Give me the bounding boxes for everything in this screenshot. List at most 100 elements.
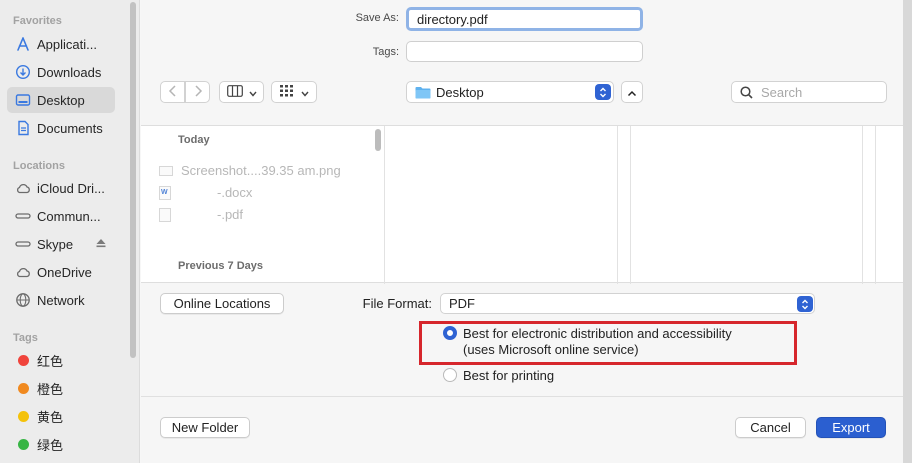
file-name: Screenshot....39.35 am.png (181, 163, 341, 178)
chevron-down-icon (300, 85, 309, 100)
file-format-value: PDF (449, 296, 475, 311)
option-printing-label: Best for printing (463, 368, 555, 383)
sidebar-item-onedrive[interactable]: OneDrive (7, 259, 115, 285)
image-file-icon (159, 165, 173, 176)
sidebar-tag-yellow[interactable]: 黄色 (7, 403, 115, 429)
sidebar-item-label: Downloads (37, 64, 102, 80)
save-as-label: Save As: (355, 12, 399, 24)
export-button[interactable]: Export (816, 417, 886, 438)
desktop-icon (15, 92, 31, 108)
tag-color-dot (18, 354, 29, 366)
search-field[interactable]: Search (731, 81, 887, 103)
sidebar-item-network[interactable]: Network (7, 287, 115, 313)
column-divider (630, 126, 631, 284)
save-as-field[interactable]: directory.pdf (406, 7, 643, 31)
save-as-value: directory.pdf (417, 11, 488, 27)
locations-heading: Locations (13, 160, 65, 172)
column-view-button[interactable] (219, 81, 264, 103)
today-heading: Today (178, 134, 210, 146)
file-row[interactable]: Screenshot....39.35 am.png (159, 163, 341, 178)
sidebar-item-skype[interactable]: Skype (7, 231, 115, 257)
file-row[interactable]: W -.docx (159, 185, 252, 200)
documents-icon (15, 120, 31, 136)
tag-color-dot (18, 382, 29, 394)
column-divider[interactable] (617, 126, 618, 284)
column-divider[interactable] (384, 126, 385, 284)
eject-icon[interactable] (95, 237, 107, 252)
file-format-label: File Format: (362, 296, 432, 311)
radio-best-for-printing[interactable] (443, 368, 457, 382)
sidebar-item-label: Network (37, 292, 85, 308)
location-popup-value: Desktop (436, 84, 484, 100)
sidebar-tag-green[interactable]: 绿色 (7, 431, 115, 457)
sidebar-tag-orange[interactable]: 橙色 (7, 375, 115, 401)
file-format-popup[interactable]: PDF (440, 293, 815, 314)
file-row[interactable]: -.pdf (159, 207, 243, 222)
file-name: -.docx (217, 185, 253, 200)
window-edge (903, 0, 912, 463)
sidebar-item-label: Desktop (37, 92, 85, 108)
sidebar-item-label: 绿色 (37, 437, 64, 453)
dialog-main: Save As: directory.pdf Tags: Desktop Sea… (141, 0, 912, 463)
network-icon (15, 292, 31, 308)
collapse-button[interactable] (621, 81, 643, 103)
sidebar-item-label: 橙色 (37, 381, 64, 397)
tag-color-dot (18, 410, 29, 422)
grid-icon (279, 84, 294, 100)
popup-stepper-icon (797, 296, 813, 312)
sidebar-item-icloud-drive[interactable]: iCloud Dri... (7, 175, 115, 201)
sidebar-item-label: Skype (37, 236, 74, 252)
drive-icon (15, 208, 31, 224)
sidebar-item-label: Commun... (37, 208, 101, 224)
chevron-up-icon (627, 85, 637, 100)
search-placeholder: Search (761, 84, 803, 100)
word-file-icon: W (159, 185, 171, 200)
tags-field[interactable] (406, 41, 643, 62)
column-divider (875, 126, 876, 284)
cloud-icon (15, 180, 31, 196)
favorites-heading: Favorites (13, 15, 62, 27)
sidebar-item-label: 红色 (37, 353, 64, 369)
sidebar-item-label: Applicati... (37, 36, 97, 52)
sidebar-scrollbar[interactable] (130, 2, 136, 358)
file-browser: Today Screenshot....39.35 am.png W -.doc… (141, 125, 912, 284)
back-button[interactable] (160, 81, 185, 103)
search-icon (740, 85, 753, 99)
tag-color-dot (18, 438, 29, 450)
online-locations-button[interactable]: Online Locations (160, 293, 284, 314)
applications-icon (15, 36, 31, 52)
cancel-button[interactable]: Cancel (735, 417, 806, 438)
save-dialog: Favorites Applicati... Downloads Desktop… (0, 0, 912, 463)
location-popup[interactable]: Desktop (406, 81, 614, 103)
previous-7-days-heading: Previous 7 Days (178, 260, 263, 272)
cloud-icon (15, 264, 31, 280)
drive-icon (15, 236, 31, 252)
file-list-scrollbar[interactable] (375, 129, 381, 151)
sidebar-item-label: OneDrive (37, 264, 92, 280)
chevron-right-icon (193, 84, 203, 100)
tags-label: Tags: (372, 46, 399, 58)
chevron-left-icon (168, 84, 178, 100)
sidebar-item-desktop[interactable]: Desktop (7, 87, 115, 113)
footer-divider (141, 396, 912, 397)
sidebar-item-commun[interactable]: Commun... (7, 203, 115, 229)
red-highlight-box (419, 321, 797, 365)
chevron-down-icon (248, 85, 257, 100)
sidebar-item-label: 黄色 (37, 409, 64, 425)
downloads-icon (15, 64, 31, 80)
pdf-file-icon (159, 207, 171, 222)
popup-stepper-icon (595, 84, 611, 100)
sidebar-item-documents[interactable]: Documents (7, 115, 115, 141)
folder-icon (415, 86, 431, 99)
sidebar: Favorites Applicati... Downloads Desktop… (0, 0, 140, 463)
sidebar-item-label: Documents (37, 120, 103, 136)
sidebar-item-downloads[interactable]: Downloads (7, 59, 115, 85)
tags-heading: Tags (13, 332, 38, 344)
column-divider[interactable] (862, 126, 863, 284)
sidebar-item-applications[interactable]: Applicati... (7, 31, 115, 57)
new-folder-button[interactable]: New Folder (160, 417, 250, 438)
sidebar-tag-red[interactable]: 红色 (7, 347, 115, 373)
forward-button[interactable] (185, 81, 210, 103)
sidebar-item-label: iCloud Dri... (37, 180, 105, 196)
group-by-button[interactable] (271, 81, 317, 103)
